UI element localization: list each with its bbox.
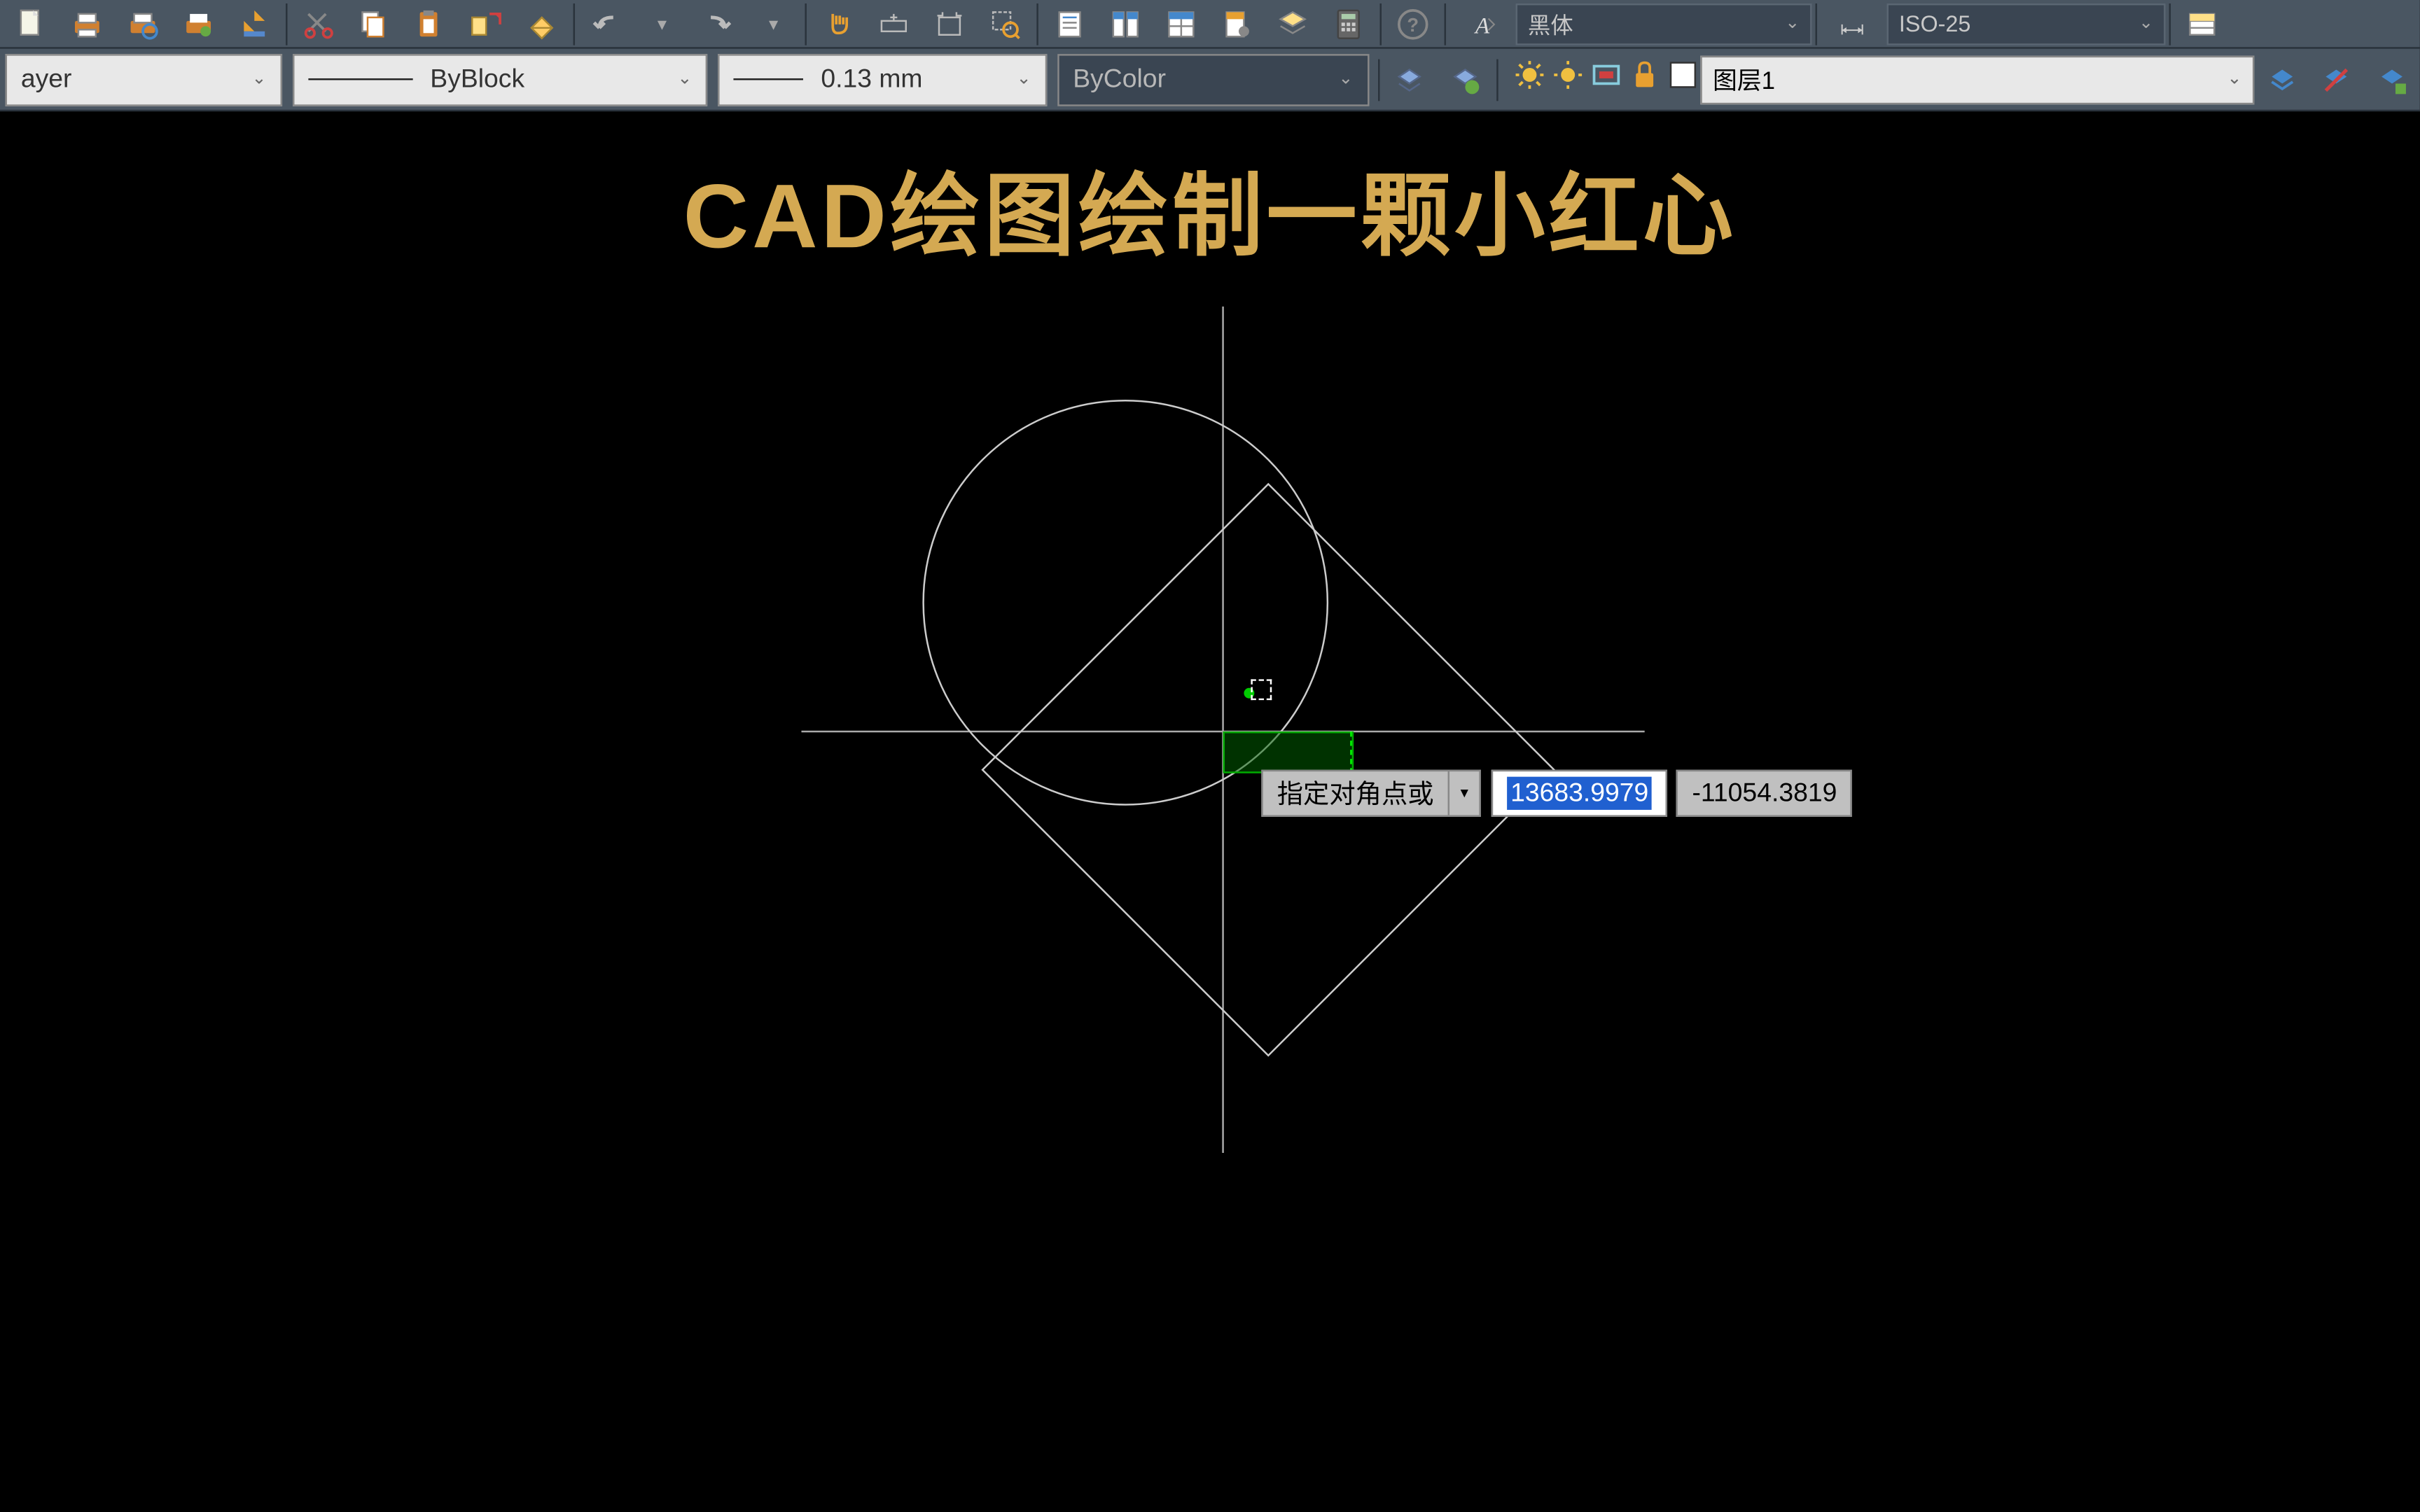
cursor-pickbox — [1251, 679, 1272, 700]
properties-toolbar: ayer ⌄ ByBlock ⌄ 0.13 mm ⌄ ByColor ⌄ 图层1… — [0, 49, 2420, 112]
lineweight-preview — [734, 78, 804, 80]
dynamic-prompt: 指定对角点或 — [1261, 770, 1449, 817]
properties-icon[interactable] — [1042, 1, 1098, 46]
zoom-extents-icon[interactable] — [922, 1, 978, 46]
dim-style-dropdown[interactable]: ISO-25 ⌄ — [1887, 3, 2166, 45]
publish-icon[interactable] — [226, 1, 282, 46]
color-swatch[interactable] — [1666, 57, 1701, 101]
lock-icon[interactable] — [1627, 57, 1662, 101]
dim-style-icon[interactable] — [1821, 1, 1887, 46]
print-preview-icon[interactable] — [115, 1, 171, 46]
pan-icon[interactable] — [810, 1, 866, 46]
chevron-down-icon: ⌄ — [2227, 70, 2242, 89]
design-center-icon[interactable] — [1097, 1, 1153, 46]
layer-states-icon[interactable] — [1438, 57, 1493, 102]
print-icon[interactable] — [60, 1, 116, 46]
svg-text:?: ? — [1407, 13, 1419, 35]
sun-freeze-icon[interactable] — [1551, 57, 1586, 101]
chevron-down-icon: ⌄ — [1785, 14, 1800, 33]
layer-name-value: 图层1 — [1713, 62, 1775, 97]
lineweight-value: 0.13 mm — [821, 64, 922, 94]
sun-on-icon[interactable] — [1512, 57, 1548, 101]
dynamic-y-input[interactable]: -11054.3819 — [1676, 770, 1853, 817]
chevron-down-icon: ⌄ — [2139, 14, 2153, 33]
drawing-canvas[interactable]: CAD绘图绘制一颗小红心 指定对角点或 ▾ 13683.9979 -11054.… — [0, 111, 2420, 1511]
layer-filter-icon[interactable] — [2365, 57, 2420, 102]
selection-window — [1223, 732, 1354, 774]
dynamic-menu-icon[interactable]: ▾ — [1449, 770, 1481, 817]
linetype-value: ByBlock — [430, 64, 524, 94]
text-style-icon[interactable]: A — [1449, 1, 1516, 46]
layer-label: ayer — [21, 64, 72, 94]
chevron-down-icon: ⌄ — [1017, 70, 1031, 89]
drawing-svg — [0, 111, 2420, 1511]
chevron-down-icon: ⌄ — [1338, 70, 1353, 89]
copy-icon[interactable] — [347, 1, 403, 46]
main-toolbar: ▼ ▼ ? A 黑体 ⌄ ISO-25 ⌄ — [0, 0, 2420, 49]
zoom-window-icon[interactable] — [978, 1, 1034, 46]
undo-dropdown-icon[interactable]: ▼ — [634, 1, 690, 46]
dim-style-value: ISO-25 — [1899, 10, 1970, 36]
zoom-in-icon[interactable] — [866, 1, 922, 46]
layer-prev-icon[interactable] — [1383, 57, 1438, 102]
layer-iso-icon[interactable] — [2254, 57, 2309, 102]
paste-icon[interactable] — [403, 1, 459, 46]
table-style-icon[interactable] — [2174, 1, 2230, 46]
redo-icon[interactable] — [690, 1, 746, 46]
selection-edge — [1350, 732, 1351, 774]
undo-icon[interactable] — [578, 1, 634, 46]
linetype-dropdown[interactable]: ByBlock ⌄ — [293, 53, 708, 106]
layer-uniso-icon[interactable] — [2309, 57, 2365, 102]
layer-selector-dropdown[interactable]: ayer ⌄ — [5, 53, 281, 106]
font-style-value: 黑体 — [1528, 7, 1573, 40]
erase-icon[interactable] — [514, 1, 570, 46]
match-props-icon[interactable] — [458, 1, 514, 46]
layer-name-dropdown[interactable]: 图层1 ⌄ — [1701, 55, 2254, 104]
dynamic-input-tooltip: 指定对角点或 ▾ 13683.9979 -11054.3819 — [1261, 770, 1852, 817]
tool-palette-icon[interactable] — [1153, 1, 1209, 46]
layer-viewport-icon[interactable] — [1589, 57, 1624, 101]
lineweight-dropdown[interactable]: 0.13 mm ⌄ — [718, 53, 1047, 106]
sheet-set-icon[interactable] — [1209, 1, 1265, 46]
color-dropdown[interactable]: ByColor ⌄ — [1057, 53, 1369, 106]
color-value: ByColor — [1073, 64, 1166, 94]
calculator-icon[interactable] — [1321, 1, 1377, 46]
chevron-down-icon: ⌄ — [252, 70, 267, 89]
svg-text:A: A — [1474, 12, 1490, 38]
new-file-icon[interactable] — [4, 1, 60, 46]
cut-icon[interactable] — [291, 1, 347, 46]
page-setup-icon[interactable] — [171, 1, 227, 46]
dynamic-x-input[interactable]: 13683.9979 — [1491, 770, 1668, 817]
chevron-down-icon: ⌄ — [677, 70, 692, 89]
help-icon[interactable]: ? — [1385, 1, 1441, 46]
layer-manager-icon[interactable] — [1265, 1, 1321, 46]
font-style-dropdown[interactable]: 黑体 ⌄ — [1516, 3, 1812, 45]
linetype-preview — [308, 78, 412, 80]
redo-dropdown-icon[interactable]: ▼ — [746, 1, 802, 46]
